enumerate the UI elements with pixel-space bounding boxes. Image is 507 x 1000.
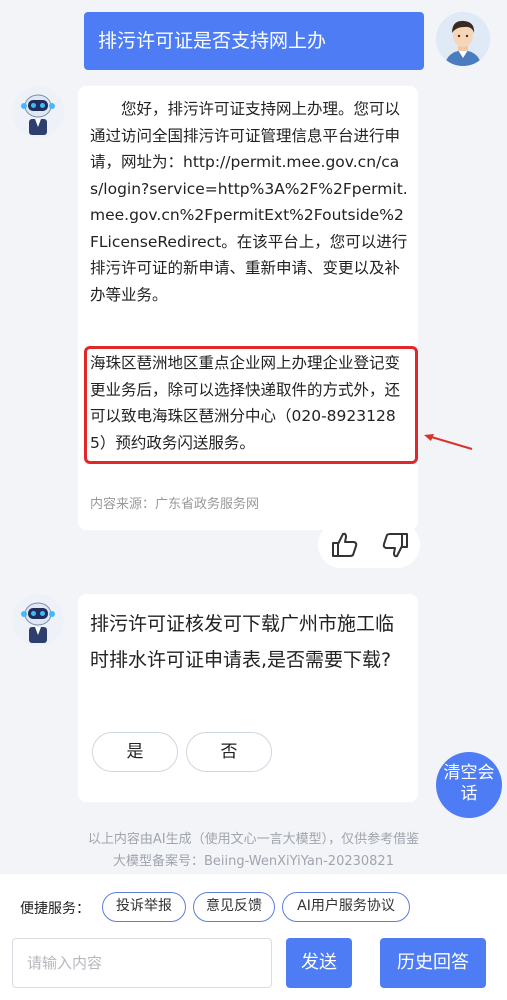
robot-avatar-icon bbox=[12, 594, 64, 646]
thumbs-up-icon[interactable] bbox=[330, 530, 360, 560]
feedback-bar bbox=[318, 522, 420, 568]
highlight-box bbox=[84, 346, 418, 464]
followup-question: 排污许可证核发可下载广州市施工临时排水许可证申请表,是否需要下载? bbox=[90, 613, 395, 671]
feedback-button[interactable]: 意见反馈 bbox=[193, 892, 275, 922]
no-button[interactable]: 否 bbox=[186, 732, 272, 772]
answer-body: 您好，排污许可证支持网上办理。您可以通过访问全国排污许可证管理信息平台进行申请，… bbox=[90, 100, 408, 304]
user-question-bubble: 排污许可证是否支持网上办 bbox=[84, 12, 424, 70]
ai-disclaimer: 以上内容由AI生成（使用文心一言大模型），仅供参考借鉴 bbox=[87, 832, 420, 847]
complaint-report-button[interactable]: 投诉举报 bbox=[102, 892, 186, 922]
robot-avatar-icon bbox=[12, 86, 64, 138]
quick-services-label: 便捷服务： bbox=[20, 901, 90, 917]
yes-button[interactable]: 是 bbox=[92, 732, 178, 772]
red-arrow-icon bbox=[422, 430, 474, 456]
user-avatar-icon bbox=[436, 12, 490, 66]
model-registration: 大模型备案号：Beiing-WenXiYiYan-20230821 bbox=[113, 854, 394, 869]
send-button[interactable]: 发送 bbox=[286, 938, 352, 988]
message-input[interactable] bbox=[12, 938, 272, 988]
history-answers-button[interactable]: 历史回答 bbox=[380, 938, 486, 988]
ai-user-agreement-button[interactable]: AI用户服务协议 bbox=[282, 892, 410, 922]
content-source: 内容来源：广东省政务服务网 bbox=[90, 497, 260, 512]
clear-conversation-button[interactable]: 清空会话 bbox=[436, 752, 502, 818]
thumbs-down-icon[interactable] bbox=[380, 530, 410, 560]
